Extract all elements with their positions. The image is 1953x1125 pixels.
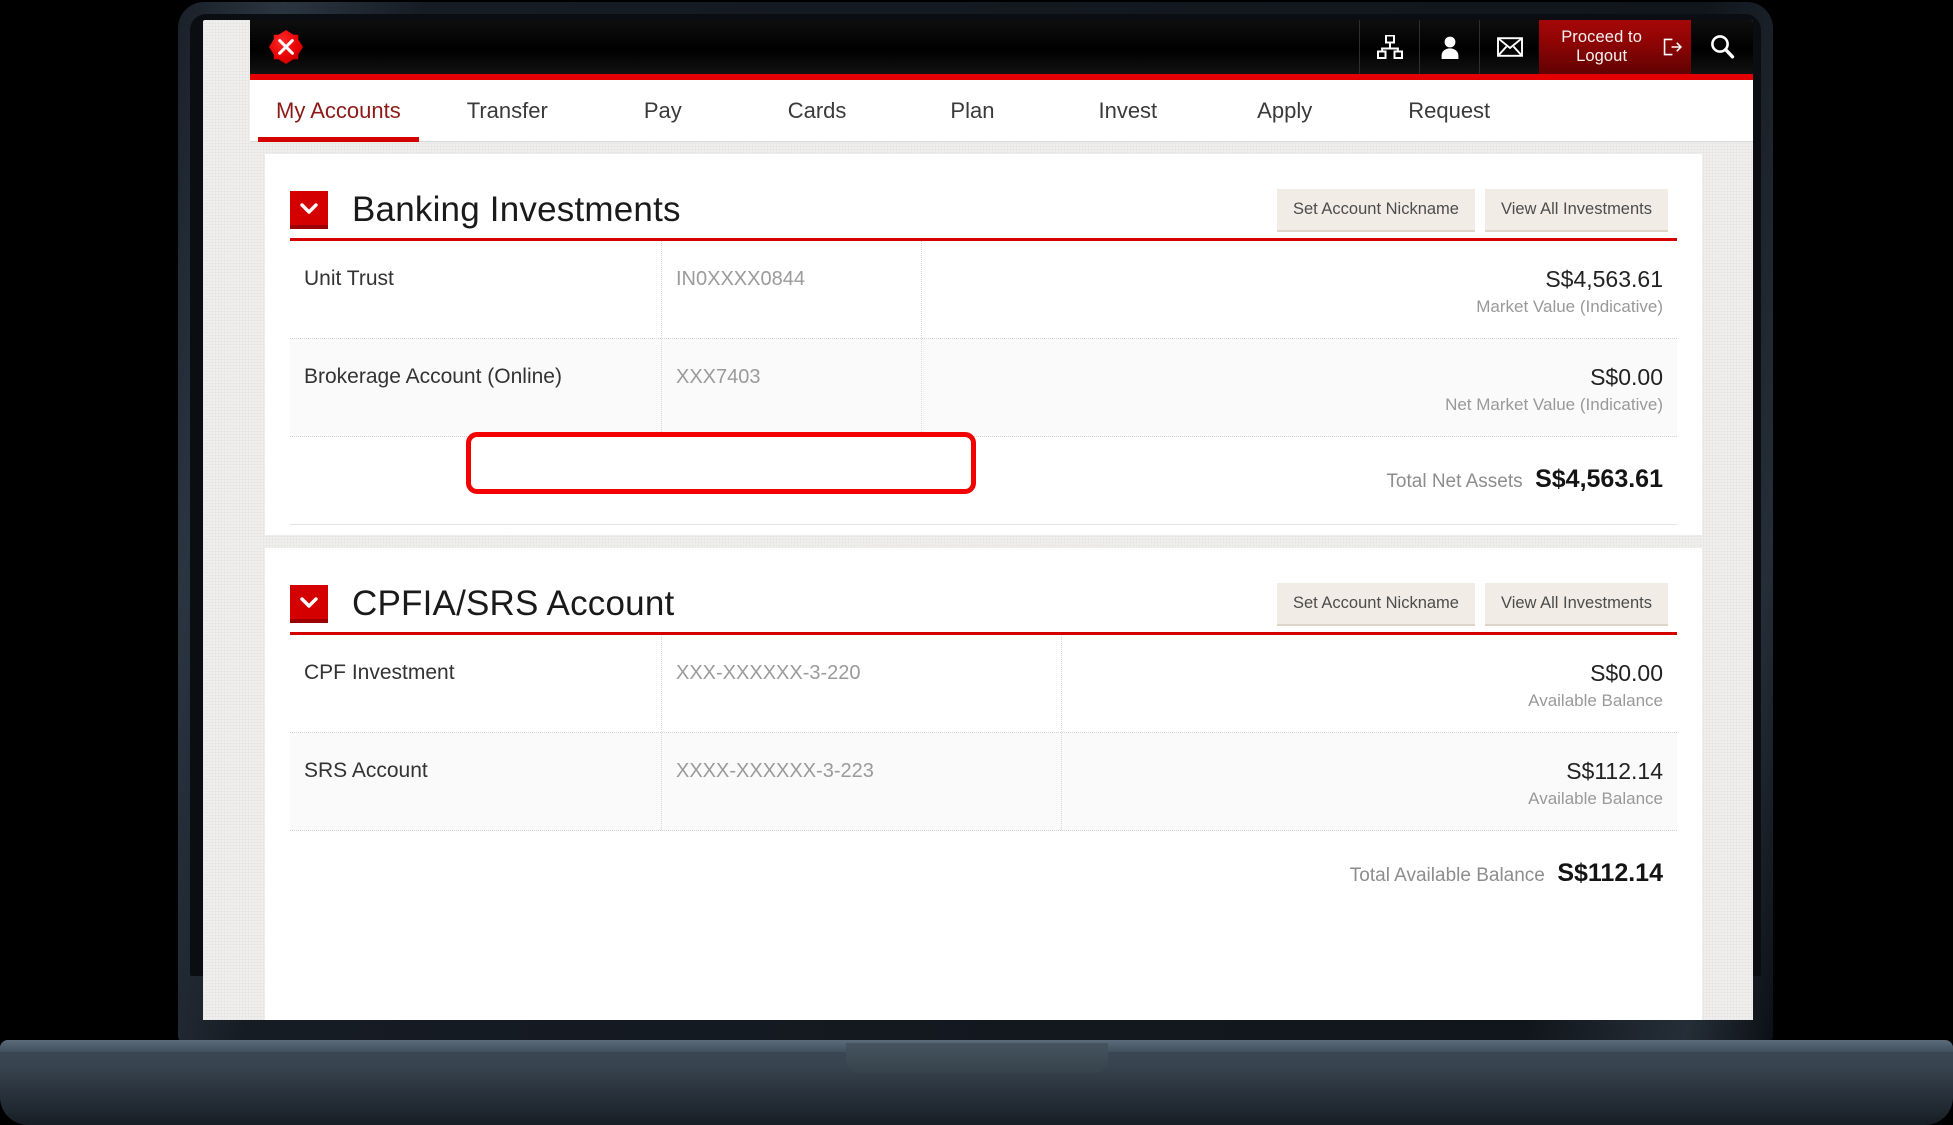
account-name: Brokerage Account (Online) (290, 339, 662, 436)
account-value-label: Available Balance (1528, 691, 1663, 710)
tab-my-accounts[interactable]: My Accounts (250, 80, 427, 142)
chevron-down-icon (300, 596, 318, 608)
laptop-trackpad-notch (845, 1043, 1108, 1073)
table-row[interactable]: Unit Trust IN0XXXX0844 S$4,563.61 Market… (290, 241, 1677, 339)
dbs-x-logo-icon (269, 30, 303, 64)
cpfia-view-all-investments-button[interactable]: View All Investments (1484, 582, 1668, 626)
account-value-cell: S$4,563.61 Market Value (Indicative) (922, 241, 1677, 338)
tab-label: My Accounts (276, 98, 401, 123)
person-icon[interactable] (1419, 20, 1479, 74)
account-name: CPF Investment (290, 635, 662, 732)
banking-totals-row: Total Net Assets S$4,563.61 (290, 437, 1677, 525)
cpfia-set-account-nickname-button[interactable]: Set Account Nickname (1276, 582, 1475, 626)
account-number: XXX7403 (662, 339, 922, 436)
tab-pay[interactable]: Pay (588, 80, 738, 142)
total-label: Total Net Assets (1386, 471, 1523, 492)
table-row[interactable]: CPF Investment XXX-XXXXXX-3-220 S$0.00 A… (290, 635, 1677, 733)
account-number: IN0XXXX0844 (662, 241, 922, 338)
tab-transfer[interactable]: Transfer (427, 80, 588, 142)
envelope-icon[interactable] (1479, 20, 1539, 74)
account-number: XXX-XXXXXX-3-220 (662, 635, 1062, 732)
account-amount: S$0.00 (1590, 660, 1663, 686)
cpfia-title: CPFIA/SRS Account (352, 584, 675, 623)
cpfia-accounts-table: CPF Investment XXX-XXXXXX-3-220 S$0.00 A… (290, 635, 1677, 831)
tab-label: Cards (787, 98, 847, 123)
account-value-label: Net Market Value (Indicative) (1445, 395, 1663, 414)
tab-label: Apply (1257, 98, 1313, 123)
tab-label: Pay (643, 98, 682, 123)
page-title: Banking Investments (352, 190, 681, 229)
tab-label: Invest (1098, 98, 1158, 123)
banking-collapse-toggle[interactable] (290, 191, 328, 229)
account-name: Unit Trust (290, 241, 662, 338)
cpfia-card-header: CPFIA/SRS Account Set Account Nickname V… (265, 548, 1702, 632)
tab-cards[interactable]: Cards (738, 80, 897, 142)
banking-card-header: Banking Investments Set Account Nickname… (265, 154, 1702, 238)
table-row[interactable]: Brokerage Account (Online) XXX7403 S$0.0… (290, 339, 1677, 437)
sitemap-icon[interactable] (1359, 20, 1419, 74)
total-label: Total Available Balance (1349, 865, 1545, 886)
laptop-base (0, 1040, 1953, 1125)
tab-label: Transfer (466, 98, 548, 123)
account-value-label: Available Balance (1528, 789, 1663, 808)
cpfia-totals-row: Total Available Balance S$112.14 (290, 831, 1677, 918)
proceed-to-logout-button[interactable]: Proceed to Logout (1539, 20, 1691, 74)
top-utility-bar: Proceed to Logout (250, 20, 1753, 74)
tab-label: Plan (950, 98, 995, 123)
tab-label: Request (1408, 98, 1491, 123)
chevron-down-icon (300, 202, 318, 214)
total-value: S$112.14 (1557, 859, 1663, 887)
tab-plan[interactable]: Plan (896, 80, 1048, 142)
exit-arrow-icon (1663, 38, 1683, 56)
account-value-cell: S$0.00 Available Balance (1062, 635, 1677, 732)
banking-view-all-investments-button[interactable]: View All Investments (1484, 188, 1668, 232)
main-navigation: My Accounts Transfer Pay Cards Plan Inve… (250, 80, 1753, 142)
account-amount: S$0.00 (1590, 364, 1663, 390)
tab-invest[interactable]: Invest (1048, 80, 1207, 142)
browser-viewport: Proceed to Logout My Accounts Transfer P… (203, 20, 1753, 1020)
account-value-label: Market Value (Indicative) (1476, 297, 1663, 316)
page-content: Banking Investments Set Account Nickname… (250, 142, 1753, 1020)
banking-investments-card: Banking Investments Set Account Nickname… (265, 154, 1702, 596)
tab-apply[interactable]: Apply (1207, 80, 1362, 142)
total-value: S$4,563.61 (1535, 465, 1663, 493)
account-name: SRS Account (290, 733, 662, 830)
account-amount: S$112.14 (1566, 758, 1663, 784)
cpfia-collapse-toggle[interactable] (290, 585, 328, 623)
search-icon[interactable] (1691, 20, 1753, 74)
logout-button-label: Proceed to Logout (1561, 28, 1642, 65)
tab-request[interactable]: Request (1362, 80, 1536, 142)
cpfia-srs-account-card: CPFIA/SRS Account Set Account Nickname V… (265, 548, 1702, 1020)
account-number: XXXX-XXXXXX-3-223 (662, 733, 1062, 830)
account-value-cell: S$112.14 Available Balance (1062, 733, 1677, 830)
account-amount: S$4,563.61 (1545, 266, 1663, 292)
banking-set-account-nickname-button[interactable]: Set Account Nickname (1276, 188, 1475, 232)
bank-logo[interactable] (250, 20, 322, 74)
account-value-cell: S$0.00 Net Market Value (Indicative) (922, 339, 1677, 436)
table-row[interactable]: SRS Account XXXX-XXXXXX-3-223 S$112.14 A… (290, 733, 1677, 831)
banking-accounts-table: Unit Trust IN0XXXX0844 S$4,563.61 Market… (290, 241, 1677, 437)
